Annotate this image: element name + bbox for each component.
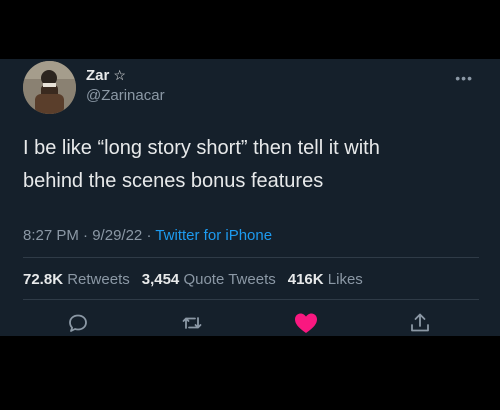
tweet-card: Zar ☆ @Zarinacar ••• I be like “long sto… [0, 59, 500, 336]
like-button[interactable] [292, 309, 320, 337]
divider [23, 257, 479, 258]
divider [23, 299, 479, 300]
reply-icon [69, 314, 87, 332]
share-icon [411, 313, 429, 332]
tweet-meta: 8:27 PM · 9/29/22 · Twitter for iPhone [23, 227, 272, 244]
retweets-label: Retweets [67, 271, 130, 288]
star-icon: ☆ [113, 67, 126, 83]
tweet-date[interactable]: 9/29/22 [92, 227, 142, 244]
quote-tweets-count: 3,454 [141, 271, 180, 288]
tweet-stats: 72.8K Retweets 3,454 Quote Tweets 416K L… [23, 271, 363, 288]
avatar-image [23, 61, 76, 114]
tweet-text: I be like “long story short” then tell i… [23, 132, 483, 198]
share-button[interactable] [406, 309, 434, 337]
author-name[interactable]: Zar ☆ [86, 67, 126, 84]
more-options-icon[interactable]: ••• [455, 70, 473, 86]
retweet-icon [182, 317, 202, 329]
reply-button[interactable] [64, 309, 92, 337]
tweet-source-link[interactable]: Twitter for iPhone [155, 227, 272, 244]
tweet-time[interactable]: 8:27 PM [23, 227, 79, 244]
meta-separator: · [83, 227, 89, 244]
tweet-text-line: behind the scenes bonus features [23, 170, 324, 192]
quote-tweets-label: Quote Tweets [183, 271, 276, 288]
heart-icon [295, 313, 317, 333]
author-name-text[interactable]: Zar [86, 67, 109, 84]
author-handle[interactable]: @Zarinacar [86, 87, 165, 104]
action-bar [0, 309, 500, 339]
avatar[interactable] [23, 61, 76, 114]
quote-tweets-stat[interactable]: 3,454 Quote Tweets [142, 271, 276, 288]
likes-stat[interactable]: 416K Likes [288, 271, 363, 288]
retweets-count: 72.8K [23, 271, 64, 288]
likes-label: Likes [327, 271, 363, 288]
tweet-text-line: I be like “long story short” then tell i… [23, 137, 380, 159]
retweets-stat[interactable]: 72.8K Retweets [23, 271, 130, 288]
meta-separator: · [146, 227, 152, 244]
likes-count: 416K [287, 271, 324, 288]
retweet-button[interactable] [178, 309, 206, 337]
